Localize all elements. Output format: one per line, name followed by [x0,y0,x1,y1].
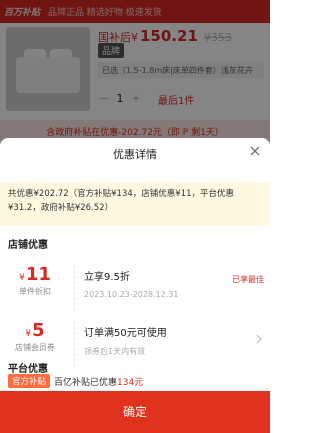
platform-tag: 官方补贴 [8,374,51,388]
platform-discount-heading: 平台优惠 [8,364,48,375]
sheet-title: 优惠详情 [113,148,157,161]
note-line-1: 共优惠¥202.72（官方补贴¥134，店铺优惠¥11，平台优惠 [8,189,235,199]
chevron-right-icon[interactable] [256,334,262,344]
currency-symbol: ¥ [19,273,25,283]
coupon-amount: ¥11 [0,264,70,285]
coupon-description: 订单满50元可使用 [84,328,167,339]
coupon-amount-number: 5 [32,320,45,341]
discount-detail-sheet: 优惠详情 共优惠¥202.72（官方补贴¥134，店铺优惠¥11，平台优惠 ¥3… [0,138,270,433]
confirm-button[interactable]: 确定 [0,391,270,433]
coupon-value: ¥11 单件折扣 [0,260,70,316]
shop-discount-heading: 店铺优惠 [8,240,48,251]
platform-text: 百亿补贴已优惠134元 [54,375,143,388]
currency-symbol: ¥ [25,329,32,339]
coupon-validity: 2023.10.23-2028.12.31 [84,290,179,299]
note-line-2: ¥31.2，政府补贴¥26.52） [8,203,114,213]
close-icon[interactable] [248,144,262,158]
coupon-validity: 领券后1天内有效 [84,347,146,356]
coupon-description: 立享9.5折 [84,272,130,283]
coupon-divider [74,266,75,310]
coupon-kind: 店铺会员券 [15,343,55,352]
platform-text-label: 百亿补贴已优惠 [54,377,118,388]
coupon-kind: 单件折扣 [19,287,51,296]
coupon-amount-number: 11 [25,264,51,285]
platform-amount: 134元 [117,377,144,388]
coupon-amount: ¥5 [0,320,70,341]
coupon-status: 已享最佳 [232,275,264,284]
platform-discount-row: 官方补贴 百亿补贴已优惠134元 [8,374,143,388]
coupon-divider [74,322,75,366]
discount-total-note: 共优惠¥202.72（官方补贴¥134，店铺优惠¥11，平台优惠 ¥31.2，政… [0,182,270,226]
coupon-card[interactable]: ¥11 单件折扣 立享9.5折 2023.10.23-2028.12.31 已享… [0,260,270,316]
